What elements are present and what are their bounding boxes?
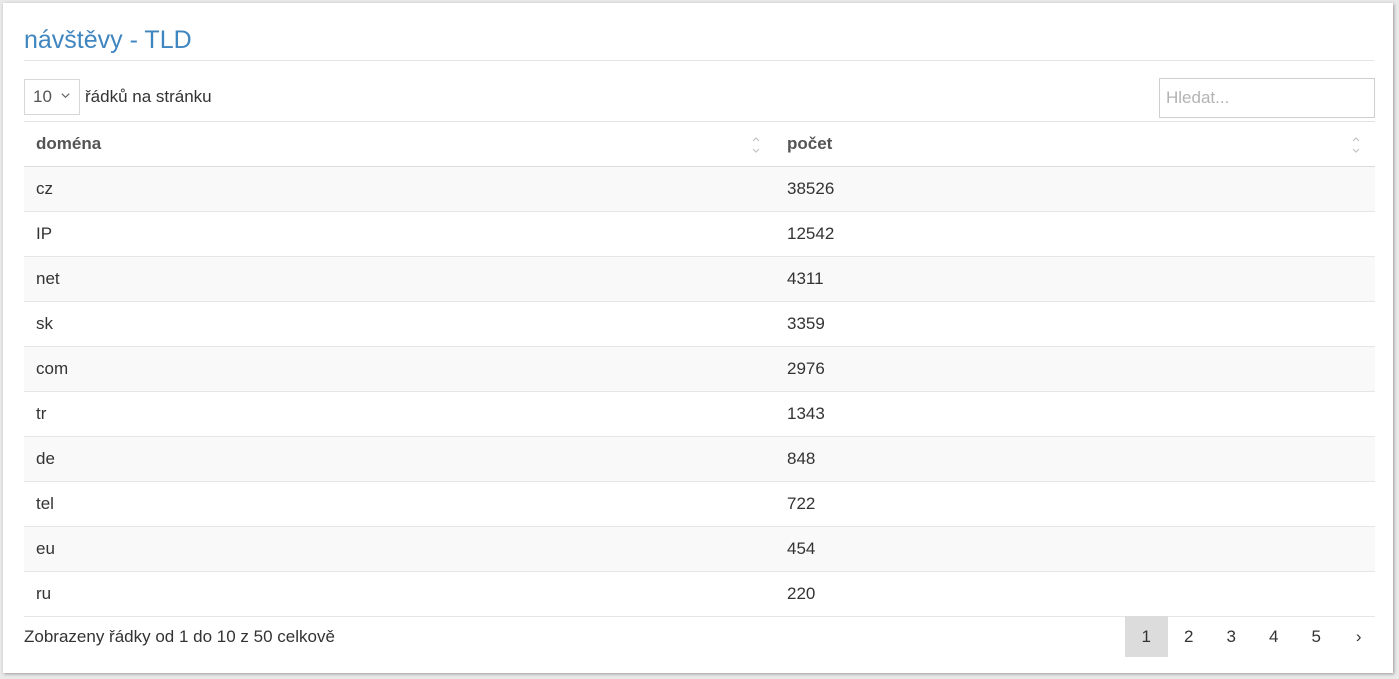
- cell-domain: IP: [24, 211, 775, 257]
- table-row: sk 3359: [24, 301, 1375, 347]
- tld-table: doména počet cz 38526 IP 12542 net 4311 …: [24, 121, 1375, 617]
- table-row: cz 38526: [24, 166, 1375, 212]
- cell-domain: cz: [24, 166, 775, 212]
- page-button-5[interactable]: 5: [1295, 616, 1338, 657]
- chevron-down-icon: [61, 93, 70, 99]
- page-button-1[interactable]: 1: [1125, 616, 1168, 657]
- rows-per-page-label: řádků na stránku: [85, 87, 212, 106]
- cell-count: 12542: [775, 211, 1375, 257]
- cell-domain: eu: [24, 526, 775, 572]
- table-row: IP 12542: [24, 211, 1375, 257]
- tld-visits-panel: návštěvy - TLD 10 řádků na stránku domén…: [3, 3, 1393, 673]
- cell-domain: ru: [24, 571, 775, 617]
- cell-domain: tr: [24, 391, 775, 437]
- cell-count: 2976: [775, 346, 1375, 392]
- table-row: ru 220: [24, 571, 1375, 617]
- column-header-domain[interactable]: doména: [24, 121, 775, 167]
- column-header-label: počet: [787, 134, 833, 153]
- rows-per-page-select[interactable]: 10: [24, 79, 80, 115]
- cell-count: 38526: [775, 166, 1375, 212]
- cell-count: 3359: [775, 301, 1375, 347]
- cell-count: 722: [775, 481, 1375, 527]
- cell-domain: de: [24, 436, 775, 482]
- cell-count: 220: [775, 571, 1375, 617]
- table-info: Zobrazeny řádky od 1 do 10 z 50 celkově: [24, 627, 335, 646]
- page-title: návštěvy - TLD: [24, 26, 192, 54]
- page-button-3[interactable]: 3: [1210, 616, 1253, 657]
- search-input[interactable]: [1159, 78, 1375, 118]
- cell-domain: net: [24, 256, 775, 302]
- table-row: eu 454: [24, 526, 1375, 572]
- cell-count: 4311: [775, 256, 1375, 302]
- cell-count: 454: [775, 526, 1375, 572]
- page-button-4[interactable]: 4: [1253, 616, 1296, 657]
- cell-domain: sk: [24, 301, 775, 347]
- table-row: net 4311: [24, 256, 1375, 302]
- table-row: tr 1343: [24, 391, 1375, 437]
- next-page-button[interactable]: ›: [1338, 616, 1381, 657]
- rows-per-page-value: 10: [33, 87, 52, 106]
- page-button-2[interactable]: 2: [1168, 616, 1211, 657]
- column-header-count[interactable]: počet: [775, 121, 1375, 167]
- title-divider: [24, 60, 1374, 61]
- table-row: tel 722: [24, 481, 1375, 527]
- table-row: de 848: [24, 436, 1375, 482]
- sort-both-icon: [1352, 137, 1360, 153]
- cell-domain: com: [24, 346, 775, 392]
- pagination: 1 2 3 4 5 ›: [1125, 616, 1380, 657]
- sort-both-icon: [752, 137, 760, 153]
- cell-domain: tel: [24, 481, 775, 527]
- cell-count: 1343: [775, 391, 1375, 437]
- table-row: com 2976: [24, 346, 1375, 392]
- column-header-label: doména: [36, 134, 102, 153]
- cell-count: 848: [775, 436, 1375, 482]
- table-header-row: doména počet: [24, 121, 1375, 167]
